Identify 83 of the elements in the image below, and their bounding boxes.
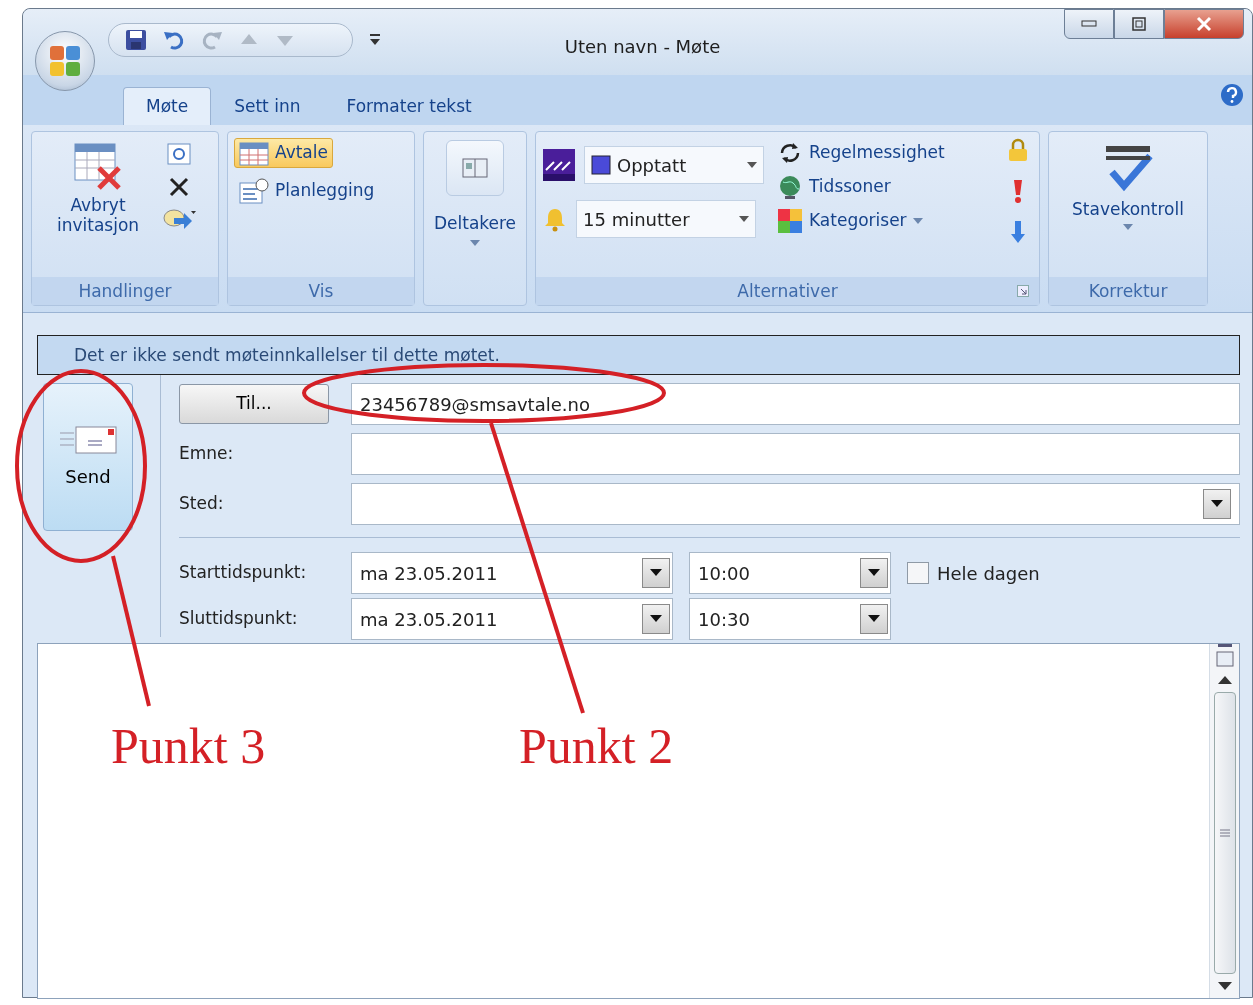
globe-icon xyxy=(777,174,803,200)
group-label: Handlinger xyxy=(32,277,218,305)
to-field[interactable]: 23456789@smsavtale.no xyxy=(351,383,1240,425)
options-button[interactable]: Regelmessighet xyxy=(772,138,950,168)
calendar-icon xyxy=(239,140,269,166)
grip-icon xyxy=(1219,829,1230,837)
annotation-label: Punkt 2 xyxy=(519,721,674,771)
annotation-label: Punkt 3 xyxy=(111,721,266,771)
ribbon-tab[interactable]: Møte xyxy=(123,86,212,125)
field-label: Starttidspunkt: xyxy=(179,561,308,585)
field-label: Sluttidspunkt: xyxy=(179,607,299,631)
dropdown-button[interactable] xyxy=(860,604,888,634)
dropdown-button[interactable] xyxy=(1203,489,1231,519)
dropdown-button[interactable] xyxy=(642,604,670,634)
close-icon xyxy=(1196,16,1212,32)
caret-icon xyxy=(747,162,757,168)
delete-icon[interactable] xyxy=(168,176,190,198)
categories-icon xyxy=(777,208,803,234)
customize-menu-icon[interactable] xyxy=(369,33,381,47)
to-button[interactable]: Til... xyxy=(179,384,329,424)
calendar-cross-icon xyxy=(73,140,123,190)
scroll-up-icon xyxy=(1217,676,1232,684)
save-icon[interactable] xyxy=(125,29,147,51)
field-label: Sted: xyxy=(179,492,225,516)
show-as-dropdown[interactable]: Opptatt xyxy=(584,146,764,184)
group-label: Korrektur xyxy=(1049,277,1207,305)
minimize-icon xyxy=(1081,20,1097,28)
lock-icon[interactable] xyxy=(1007,138,1029,162)
scroll-thumb[interactable] xyxy=(1213,692,1236,974)
dropdown-button[interactable] xyxy=(642,558,670,588)
caret-icon xyxy=(739,216,749,222)
field-label: Emne: xyxy=(179,442,235,466)
dropdown-button[interactable] xyxy=(860,558,888,588)
caret-icon xyxy=(1123,223,1133,230)
minimize-button[interactable] xyxy=(1064,9,1114,39)
office-logo-icon xyxy=(48,44,82,78)
location-field[interactable] xyxy=(351,483,1240,525)
schedule-icon xyxy=(239,178,269,204)
caret-icon xyxy=(912,218,923,224)
subject-field[interactable] xyxy=(351,433,1240,475)
spelling-button[interactable]: Stavekontroll xyxy=(1067,138,1189,232)
scroll-bar[interactable] xyxy=(1209,644,1239,998)
caret-icon xyxy=(868,569,880,577)
caret-icon xyxy=(868,615,880,623)
maximize-button[interactable] xyxy=(1114,9,1164,39)
exclamation-icon[interactable] xyxy=(1012,178,1024,204)
caret-icon xyxy=(650,569,662,577)
send-button[interactable]: Send xyxy=(43,383,133,531)
group-label: Vis xyxy=(228,277,414,305)
info-bar: Det er ikke sendt møteinnkallelser til dette møtet. xyxy=(37,335,1240,375)
caret-icon xyxy=(650,615,662,623)
busy-pattern-icon xyxy=(542,148,576,182)
attendees-button[interactable]: Deltakere xyxy=(428,138,522,248)
help-icon[interactable] xyxy=(1220,83,1244,107)
address-book-icon xyxy=(462,157,488,179)
time-field[interactable]: 10:00 xyxy=(689,552,891,594)
dialog-launcher-icon[interactable] xyxy=(1017,285,1029,297)
all-day-checkbox[interactable] xyxy=(907,562,929,584)
ribbon-tab[interactable]: Sett inn xyxy=(211,86,324,125)
scroll-down-icon xyxy=(1217,982,1232,990)
reminder-dropdown[interactable]: 15 minutter xyxy=(576,200,756,238)
busy-square-icon xyxy=(591,155,611,175)
undo-icon[interactable] xyxy=(163,29,185,51)
time-field[interactable]: 10:30 xyxy=(689,598,891,640)
caret-icon xyxy=(470,239,480,246)
forward-icon[interactable] xyxy=(162,206,196,230)
date-field[interactable]: ma 23.05.2011 xyxy=(351,598,673,640)
checkbox-label: Hele dagen xyxy=(937,561,1040,586)
date-field[interactable]: ma 23.05.2011 xyxy=(351,552,673,594)
options-button[interactable]: Kategoriser xyxy=(772,206,928,236)
view-button[interactable]: Avtale xyxy=(234,138,333,168)
caret-icon xyxy=(1211,500,1223,508)
options-button[interactable]: Tidssoner xyxy=(772,172,896,202)
close-button[interactable] xyxy=(1164,9,1244,39)
ribbon-tab[interactable]: Formater tekst xyxy=(323,86,495,125)
maximize-icon xyxy=(1132,17,1146,31)
down-arrow-icon[interactable] xyxy=(1011,220,1025,244)
envelope-icon xyxy=(58,424,118,455)
group-label: Alternativer xyxy=(536,277,1039,305)
ruler-toggle-icon xyxy=(1214,644,1235,668)
cancel-invitation-button[interactable]: Avbryt invitasjon xyxy=(38,138,158,271)
view-button[interactable]: Planlegging xyxy=(234,176,380,206)
window-title: Uten navn - Møte xyxy=(563,35,722,59)
